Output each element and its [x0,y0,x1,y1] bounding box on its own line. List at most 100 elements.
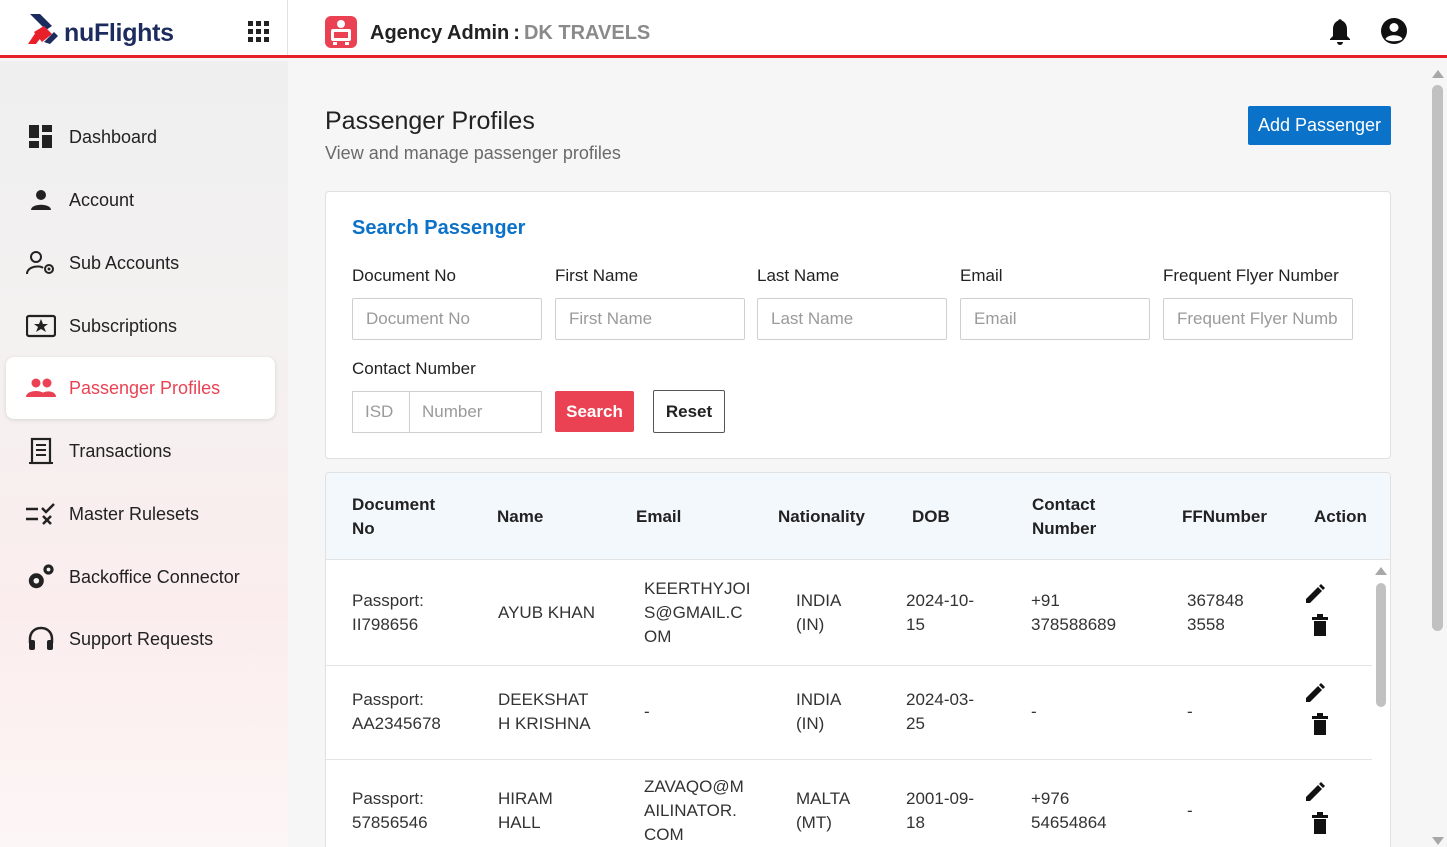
cell-contact: - [1031,702,1037,721]
sidebar-item-transactions[interactable]: Transactions [6,420,275,482]
delete-icon[interactable] [1311,812,1333,834]
settings-gears-icon [26,562,56,592]
account-circle-icon[interactable] [1380,17,1408,45]
cell-line: 3558 [1187,615,1225,634]
cell-line: 54654864 [1031,813,1107,832]
header-divider [287,0,288,55]
scroll-down-arrow-icon[interactable] [1432,837,1444,845]
col-contact-number: Contact Number [1032,493,1096,541]
cell-line: 367848 [1187,591,1244,610]
delete-icon[interactable] [1311,614,1333,636]
cell-email: ZAVAQO@M AILINATOR. COM [644,775,744,847]
sidebar-item-sub-accounts[interactable]: Sub Accounts [6,232,275,294]
add-passenger-button[interactable]: Add Passenger [1248,106,1391,145]
cell-line: HALL [498,813,541,832]
agency-prefix: Agency Admin [370,22,510,44]
agency-icon [324,15,358,49]
sidebar-item-label: Account [69,189,135,210]
cell-line: 57856546 [352,813,428,832]
col-action: Action [1314,507,1367,526]
nuflights-logo-mark-icon [28,14,58,44]
col-name: Name [497,507,544,526]
table-scrollbar[interactable] [1372,561,1390,847]
sidebar-item-account[interactable]: Account [6,169,275,231]
cell-line: Passport: [352,690,424,709]
edit-icon[interactable] [1304,583,1326,605]
reset-button[interactable]: Reset [653,390,725,433]
agency-title: Agency Admin: DK TRAVELS [370,22,650,45]
sidebar-item-passenger-profiles[interactable]: Passenger Profiles [6,357,275,419]
cell-document: Passport: AA2345678 [352,688,441,736]
cell-line: 18 [906,813,925,832]
sidebar-item-label: Sub Accounts [69,252,180,273]
cell-line: H KRISHNA [498,714,591,733]
first-name-input[interactable] [555,298,745,340]
table-row: Passport: AA2345678 DEEKSHAT H KRISHNA -… [326,666,1372,760]
sidebar-item-backoffice-connector[interactable]: Backoffice Connector [6,546,275,608]
rule-icon [26,499,56,529]
cell-line: 2024-10- [906,591,975,610]
nuflights-logo[interactable]: nuFlights [26,12,186,50]
col-email: Email [636,507,682,526]
cell-line: HIRAM [498,789,553,808]
sidebar-item-label: Backoffice Connector [69,566,240,587]
isd-input[interactable] [352,391,409,433]
contact-number-input[interactable] [409,391,542,433]
cell-line: II798656 [352,615,419,634]
delete-icon[interactable] [1311,713,1333,735]
page-scrollbar[interactable] [1428,61,1447,847]
cell-line: Passport: [352,591,424,610]
cell-line: 25 [906,714,925,733]
cell-name: HIRAM HALL [498,787,553,835]
dashboard-icon [26,122,56,152]
sidebar-item-label: Dashboard [69,126,158,147]
sidebar-item-master-rulesets[interactable]: Master Rulesets [6,483,275,545]
sidebar-item-support-requests[interactable]: Support Requests [6,608,275,670]
top-header: nuFlights Agency Admin: DK TRAVELS [0,0,1447,58]
sidebar-item-label: Master Rulesets [69,503,200,524]
cell-nationality: INDIA (IN) [796,589,841,637]
frequent-flyer-input[interactable] [1163,298,1353,340]
table-scrollbar-thumb[interactable] [1376,583,1386,707]
sidebar-item-label: Support Requests [69,628,214,649]
cell-line: ZAVAQO@M [644,777,744,796]
scroll-up-arrow-icon[interactable] [1432,70,1444,78]
star-ticket-icon [26,311,56,341]
apps-grid-icon[interactable] [248,21,270,43]
cell-line: COM [644,825,684,844]
cell-ffnumber: 367848 3558 [1187,589,1244,637]
col-dob: DOB [912,507,950,526]
people-icon [26,373,56,403]
logo-text: nuFlights [64,19,174,47]
page-scrollbar-thumb[interactable] [1432,85,1443,631]
cell-line: AILINATOR. [644,801,737,820]
sidebar-item-subscriptions[interactable]: Subscriptions [6,295,275,357]
sidebar-item-label: Transactions [69,440,172,461]
cell-nationality: INDIA (IN) [796,688,841,736]
col-contact-line2: Number [1032,519,1097,538]
email-input[interactable] [960,298,1150,340]
table-row: Passport: 57856546 HIRAM HALL ZAVAQO@M A… [326,760,1372,847]
edit-icon[interactable] [1304,682,1326,704]
col-document-no-line2: No [352,519,375,538]
sidebar: Dashboard Account Sub Accounts Subscript… [0,61,288,847]
cell-contact: +91 378588689 [1031,589,1116,637]
edit-icon[interactable] [1304,781,1326,803]
sidebar-item-dashboard[interactable]: Dashboard [6,106,275,168]
notification-bell-icon[interactable] [1327,18,1353,46]
page-subtitle: View and manage passenger profiles [325,143,621,163]
search-button[interactable]: Search [555,391,634,432]
cell-line: INDIA [796,690,842,709]
cell-line: INDIA [796,591,842,610]
cell-line: Passport: [352,789,424,808]
receipt-icon [26,436,56,466]
cell-ffnumber: - [1187,702,1193,721]
contact-number-label: Contact Number [352,359,476,378]
document-no-input[interactable] [352,298,542,340]
cell-contact: +976 54654864 [1031,787,1107,835]
scroll-up-arrow-icon[interactable] [1375,567,1387,575]
last-name-input[interactable] [757,298,947,340]
table-header: Document No Name Email Nationality DOB C… [326,473,1390,560]
cell-line: KEERTHYJOI [644,579,751,598]
cell-nationality: MALTA (MT) [796,787,850,835]
